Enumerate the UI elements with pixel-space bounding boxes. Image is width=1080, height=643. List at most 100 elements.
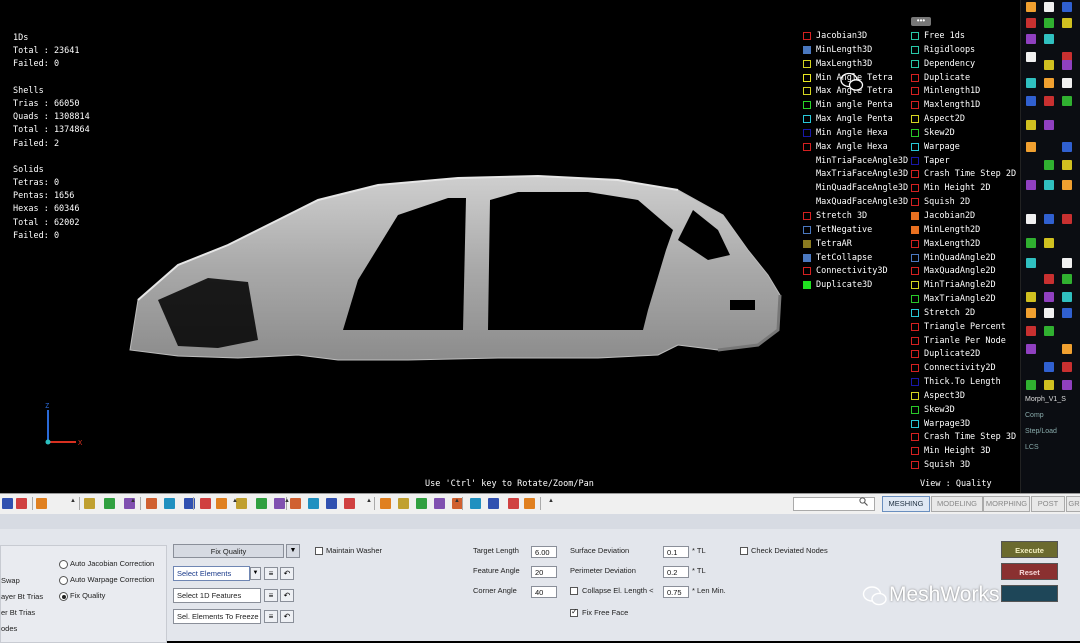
list-item-nodes[interactable]: odes xyxy=(1,624,17,633)
palette-tool-icon[interactable] xyxy=(1062,60,1072,70)
toolbar-tool-icon[interactable] xyxy=(164,498,175,509)
tab-meshing[interactable]: MESHING xyxy=(882,496,930,512)
radio-auto-jacobian[interactable] xyxy=(59,560,68,569)
search-icon[interactable] xyxy=(859,497,868,506)
toolbar-tool-icon[interactable] xyxy=(524,498,535,509)
palette-tool-icon[interactable] xyxy=(1062,142,1072,152)
toolbar-tool-icon[interactable] xyxy=(256,498,267,509)
palette-tool-icon[interactable] xyxy=(1026,2,1036,12)
palette-tool-icon[interactable] xyxy=(1062,78,1072,88)
palette-tool-icon[interactable] xyxy=(1044,18,1054,28)
select-elements-dropdown[interactable]: ▼ xyxy=(250,567,261,580)
toolbar-tool-icon[interactable] xyxy=(470,498,481,509)
palette-tool-icon[interactable] xyxy=(1044,380,1054,390)
palette-tool-icon[interactable] xyxy=(1062,292,1072,302)
perimeter-deviation-input[interactable]: 0.2 xyxy=(663,566,689,578)
palette-tool-icon[interactable] xyxy=(1044,274,1054,284)
toolbar-tool-icon[interactable] xyxy=(146,498,157,509)
palette-tool-icon[interactable] xyxy=(1044,180,1054,190)
graphics-viewport[interactable]: 1Ds Total : 23641 Failed: 0 Shells Trias : 6… xyxy=(0,0,1020,493)
radio-fix-quality[interactable] xyxy=(59,592,68,601)
palette-tool-icon[interactable] xyxy=(1062,96,1072,106)
palette-tool-icon[interactable] xyxy=(1044,60,1054,70)
tab-morphing[interactable]: MORPHING xyxy=(983,496,1030,512)
list-item-er-bt-trias[interactable]: er Bt Trias xyxy=(1,608,35,617)
palette-tool-icon[interactable] xyxy=(1026,96,1036,106)
palette-tool-icon[interactable] xyxy=(1062,380,1072,390)
palette-tool-icon[interactable] xyxy=(1062,344,1072,354)
select-elements-list-icon[interactable]: ≡ xyxy=(264,567,278,580)
select-1d-undo-icon[interactable]: ↶ xyxy=(280,589,294,602)
palette-tool-icon[interactable] xyxy=(1026,34,1036,44)
tab-modeling[interactable]: MODELING xyxy=(931,496,983,512)
toolbar-tool-icon[interactable] xyxy=(508,498,519,509)
collapse-checkbox[interactable] xyxy=(570,587,578,595)
maintain-washer-checkbox[interactable] xyxy=(315,547,323,555)
toolbar-tool-icon[interactable] xyxy=(36,498,47,509)
toolbar-tool-icon[interactable] xyxy=(290,498,301,509)
select-1d-list-icon[interactable]: ≡ xyxy=(264,589,278,602)
palette-tool-icon[interactable] xyxy=(1026,258,1036,268)
toolbar-dropdown-arrow[interactable]: ▲ xyxy=(284,498,290,504)
toolbar-tool-icon[interactable] xyxy=(216,498,227,509)
execute-button[interactable]: Execute xyxy=(1001,541,1058,558)
palette-tool-icon[interactable] xyxy=(1044,292,1054,302)
palette-tool-icon[interactable] xyxy=(1044,214,1054,224)
palette-tool-icon[interactable] xyxy=(1062,308,1072,318)
toolbar-dropdown-arrow[interactable]: ▲ xyxy=(70,498,76,504)
palette-tool-icon[interactable] xyxy=(1044,78,1054,88)
palette-tool-icon[interactable] xyxy=(1026,344,1036,354)
palette-tool-icon[interactable] xyxy=(1044,2,1054,12)
palette-entry-step-load[interactable]: Step/Load xyxy=(1025,428,1057,435)
palette-tool-icon[interactable] xyxy=(1044,120,1054,130)
close-button[interactable] xyxy=(1001,585,1058,602)
palette-tool-icon[interactable] xyxy=(1026,308,1036,318)
toolbar-tool-icon[interactable] xyxy=(380,498,391,509)
tab-gr[interactable]: GR xyxy=(1066,496,1080,512)
palette-tool-icon[interactable] xyxy=(1026,238,1036,248)
palette-tool-icon[interactable] xyxy=(1062,214,1072,224)
palette-tool-icon[interactable] xyxy=(1026,214,1036,224)
palette-tool-icon[interactable] xyxy=(1062,160,1072,170)
reset-button[interactable]: Reset xyxy=(1001,563,1058,580)
palette-entry-lcs[interactable]: LCS xyxy=(1025,444,1039,451)
toolbar-tool-icon[interactable] xyxy=(434,498,445,509)
palette-tool-icon[interactable] xyxy=(1044,362,1054,372)
toolbar-dropdown-arrow[interactable]: ▲ xyxy=(232,498,238,504)
surface-deviation-input[interactable]: 0.1 xyxy=(663,546,689,558)
select-elements-field[interactable]: Select Elements xyxy=(173,566,250,581)
select-1d-features-field[interactable]: Select 1D Features xyxy=(173,588,261,603)
palette-tool-icon[interactable] xyxy=(1026,78,1036,88)
mode-dropdown[interactable]: Fix Quality xyxy=(173,544,284,558)
palette-tool-icon[interactable] xyxy=(1026,120,1036,130)
palette-tool-icon[interactable] xyxy=(1026,180,1036,190)
palette-tool-icon[interactable] xyxy=(1026,142,1036,152)
toolbar-tool-icon[interactable] xyxy=(200,498,211,509)
select-elements-undo-icon[interactable]: ↶ xyxy=(280,567,294,580)
toolbar-tool-icon[interactable] xyxy=(398,498,409,509)
toolbar-tool-icon[interactable] xyxy=(344,498,355,509)
palette-tool-icon[interactable] xyxy=(1026,18,1036,28)
palette-tool-icon[interactable] xyxy=(1026,52,1036,62)
palette-tool-icon[interactable] xyxy=(1062,18,1072,28)
palette-entry-comp[interactable]: Comp xyxy=(1025,412,1044,419)
palette-entry-morph[interactable]: Morph_V1_S xyxy=(1025,396,1066,403)
palette-tool-icon[interactable] xyxy=(1044,34,1054,44)
feature-angle-input[interactable]: 20 xyxy=(531,566,557,578)
corner-angle-input[interactable]: 40 xyxy=(531,586,557,598)
toolbar-tool-icon[interactable] xyxy=(104,498,115,509)
palette-tool-icon[interactable] xyxy=(1062,180,1072,190)
list-item-layer-bt-trias[interactable]: ayer Bt Trias xyxy=(1,592,43,601)
palette-tool-icon[interactable] xyxy=(1062,274,1072,284)
palette-tool-icon[interactable] xyxy=(1026,292,1036,302)
toolbar-tool-icon[interactable] xyxy=(16,498,27,509)
toolbar-tool-icon[interactable] xyxy=(326,498,337,509)
toolbar-tool-icon[interactable] xyxy=(416,498,427,509)
toolbar-tool-icon[interactable] xyxy=(308,498,319,509)
palette-tool-icon[interactable] xyxy=(1044,238,1054,248)
palette-tool-icon[interactable] xyxy=(1026,380,1036,390)
radio-auto-warpage[interactable] xyxy=(59,576,68,585)
palette-tool-icon[interactable] xyxy=(1044,326,1054,336)
toolbar-tool-icon[interactable] xyxy=(2,498,13,509)
palette-tool-icon[interactable] xyxy=(1062,2,1072,12)
